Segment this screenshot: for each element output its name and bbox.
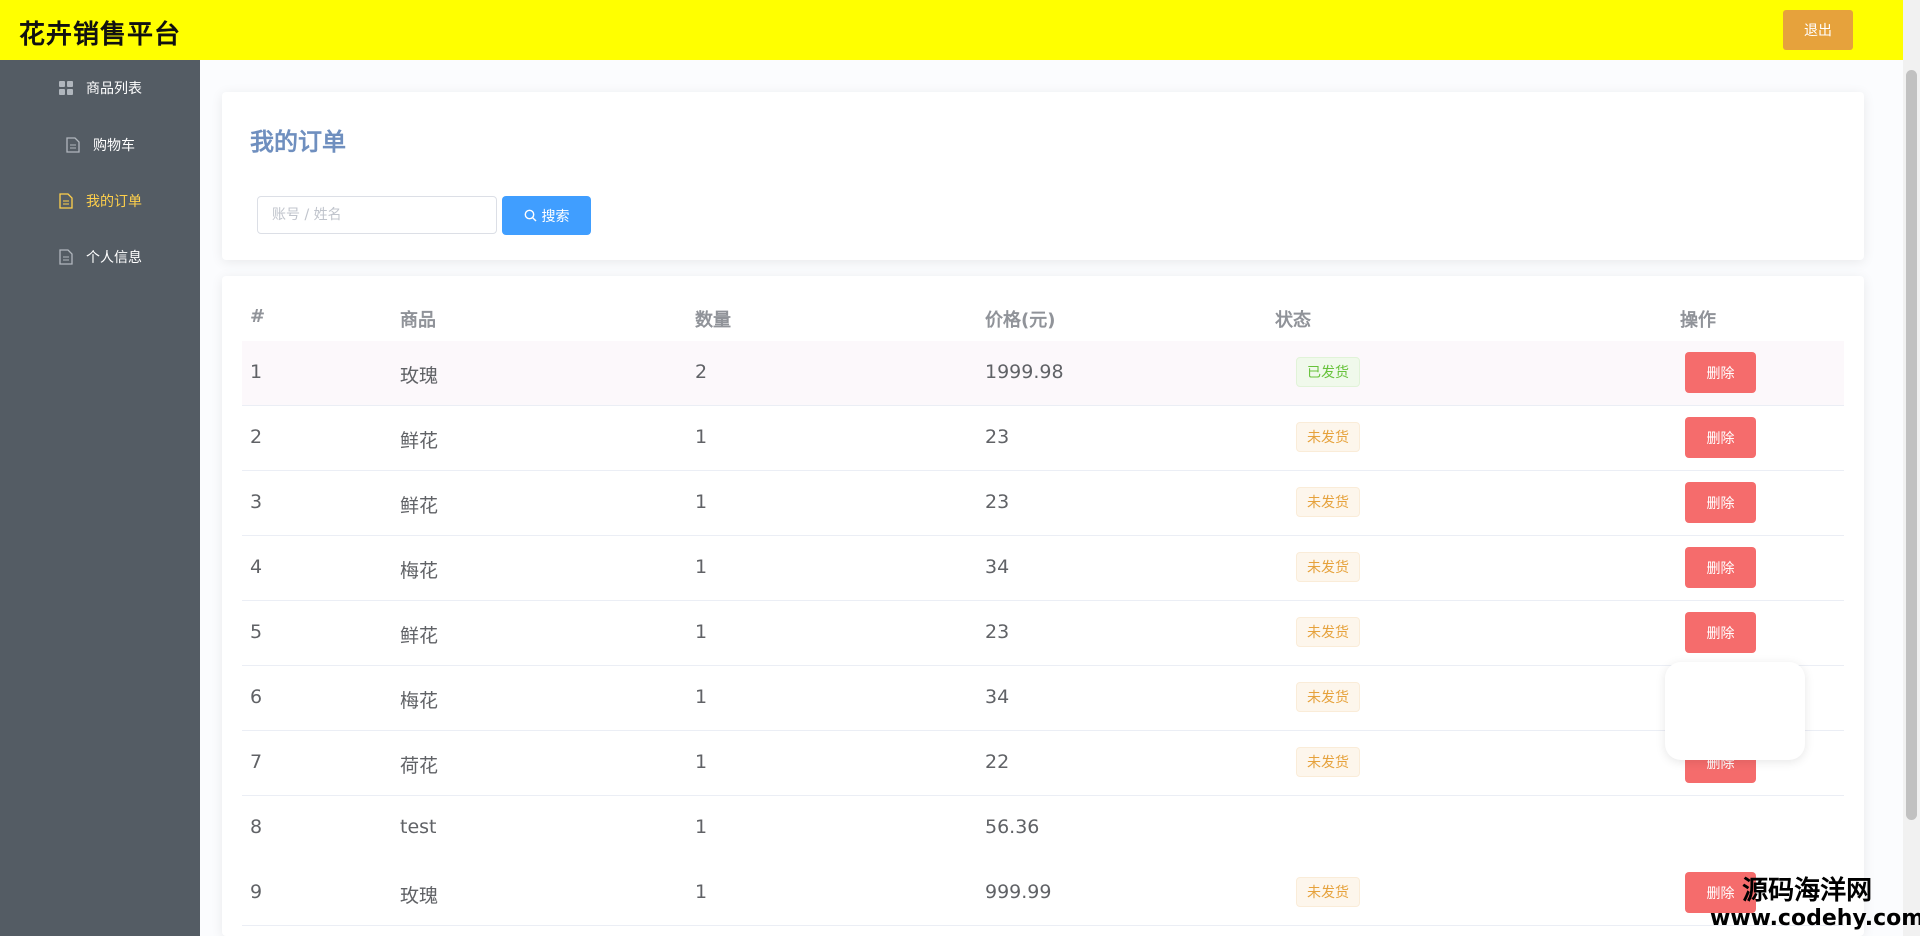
app-title: 花卉销售平台 — [19, 20, 182, 50]
document-icon — [58, 249, 74, 265]
order-index: 2 — [250, 426, 263, 448]
column-header-status: 状态 — [1275, 310, 1311, 331]
quantity: 1 — [695, 751, 708, 773]
search-button-label: 搜索 — [541, 208, 570, 225]
orders-table: # 商品 数量 价格(元) 状态 操作 1 玫瑰 2 1999.98 已发货 删… — [222, 276, 1864, 936]
quantity: 1 — [695, 816, 708, 838]
quantity: 2 — [695, 361, 708, 383]
sidebar-item-product-list[interactable]: 商品列表 — [0, 60, 200, 116]
search-input[interactable] — [257, 196, 497, 234]
table-row: 8 test 1 56.36 — [242, 796, 1844, 860]
product-name: test — [400, 816, 437, 838]
scrollbar-thumb[interactable] — [1906, 70, 1917, 820]
status-badge: 未发货 — [1296, 617, 1360, 647]
order-index: 5 — [250, 621, 263, 643]
quantity: 1 — [695, 556, 708, 578]
price: 34 — [985, 686, 1010, 708]
sidebar-item-label: 个人信息 — [86, 250, 142, 266]
price: 56.36 — [985, 816, 1040, 838]
top-bar: 花卉销售平台 退出 — [0, 0, 1903, 60]
quantity: 1 — [695, 491, 708, 513]
delete-button[interactable]: 删除 — [1685, 482, 1756, 523]
quantity: 1 — [695, 881, 708, 903]
table-row: 5 鲜花 1 23 未发货 删除 — [242, 601, 1844, 666]
table-row: 4 梅花 1 34 未发货 删除 — [242, 536, 1844, 601]
quantity: 1 — [695, 686, 708, 708]
status-badge: 未发货 — [1296, 552, 1360, 582]
column-header-actions: 操作 — [1680, 310, 1716, 331]
product-name: 玫瑰 — [400, 365, 439, 387]
column-header-quantity: 数量 — [695, 310, 731, 331]
table-row: 3 鲜花 1 23 未发货 删除 — [242, 471, 1844, 536]
watermark-line1: 源码海洋网 — [1742, 876, 1873, 906]
watermark-line2: www.codehy.com — [1710, 906, 1920, 931]
table-row: 9 玫瑰 1 999.99 未发货 删除 — [242, 861, 1844, 926]
price: 23 — [985, 621, 1010, 643]
delete-button[interactable]: 删除 — [1685, 612, 1756, 653]
price: 22 — [985, 751, 1010, 773]
search-button[interactable]: 搜索 — [502, 196, 591, 235]
order-index: 3 — [250, 491, 263, 513]
sidebar-item-label: 商品列表 — [86, 81, 142, 97]
product-name: 鲜花 — [400, 430, 439, 452]
product-name: 梅花 — [400, 690, 439, 712]
status-badge: 未发货 — [1296, 422, 1360, 452]
product-name: 荷花 — [400, 755, 439, 777]
logout-button[interactable]: 退出 — [1783, 10, 1853, 50]
delete-button[interactable]: 删除 — [1685, 352, 1756, 393]
header-card: 我的订单 搜索 — [222, 92, 1864, 260]
delete-button[interactable]: 删除 — [1685, 547, 1756, 588]
price: 34 — [985, 556, 1010, 578]
status-badge: 已发货 — [1296, 357, 1360, 387]
sidebar-item-cart[interactable]: 购物车 — [0, 117, 200, 173]
sidebar-item-profile[interactable]: 个人信息 — [0, 229, 200, 285]
quantity: 1 — [695, 621, 708, 643]
sidebar-item-label: 购物车 — [93, 138, 135, 154]
sidebar-item-my-orders[interactable]: 我的订单 — [0, 173, 200, 229]
column-header-product: 商品 — [400, 310, 436, 331]
order-index: 6 — [250, 686, 263, 708]
column-header-index: # — [250, 306, 266, 327]
table-row: 6 梅花 1 34 未发货 — [242, 666, 1844, 731]
delete-button[interactable]: 删除 — [1685, 417, 1756, 458]
document-icon — [58, 193, 74, 209]
column-header-price: 价格(元) — [985, 310, 1056, 331]
product-name: 鲜花 — [400, 625, 439, 647]
price: 1999.98 — [985, 361, 1064, 383]
product-name: 鲜花 — [400, 495, 439, 517]
floating-popup — [1665, 662, 1805, 760]
sidebar-item-label: 我的订单 — [86, 194, 142, 210]
table-row: 2 鲜花 1 23 未发货 删除 — [242, 406, 1844, 471]
order-index: 9 — [250, 881, 263, 903]
search-icon — [524, 209, 537, 222]
watermark: 源码海洋网 www.codehy.com — [1710, 876, 1920, 932]
price: 23 — [985, 491, 1010, 513]
grid-icon — [58, 80, 74, 96]
status-badge: 未发货 — [1296, 682, 1360, 712]
order-index: 7 — [250, 751, 263, 773]
status-badge: 未发货 — [1296, 877, 1360, 907]
sidebar: 商品列表 购物车 我的订单 个人信息 — [0, 60, 200, 936]
order-index: 8 — [250, 816, 263, 838]
price: 23 — [985, 426, 1010, 448]
product-name: 玫瑰 — [400, 885, 439, 907]
order-index: 4 — [250, 556, 263, 578]
table-row: 1 玫瑰 2 1999.98 已发货 删除 — [242, 341, 1844, 406]
table-row: 7 荷花 1 22 未发货 删除 — [242, 731, 1844, 796]
status-badge: 未发货 — [1296, 747, 1360, 777]
quantity: 1 — [695, 426, 708, 448]
order-index: 1 — [250, 361, 263, 383]
page-title: 我的订单 — [250, 128, 346, 156]
price: 999.99 — [985, 881, 1052, 903]
status-badge: 未发货 — [1296, 487, 1360, 517]
page-scrollbar[interactable] — [1903, 0, 1920, 936]
document-icon — [65, 137, 81, 153]
product-name: 梅花 — [400, 560, 439, 582]
